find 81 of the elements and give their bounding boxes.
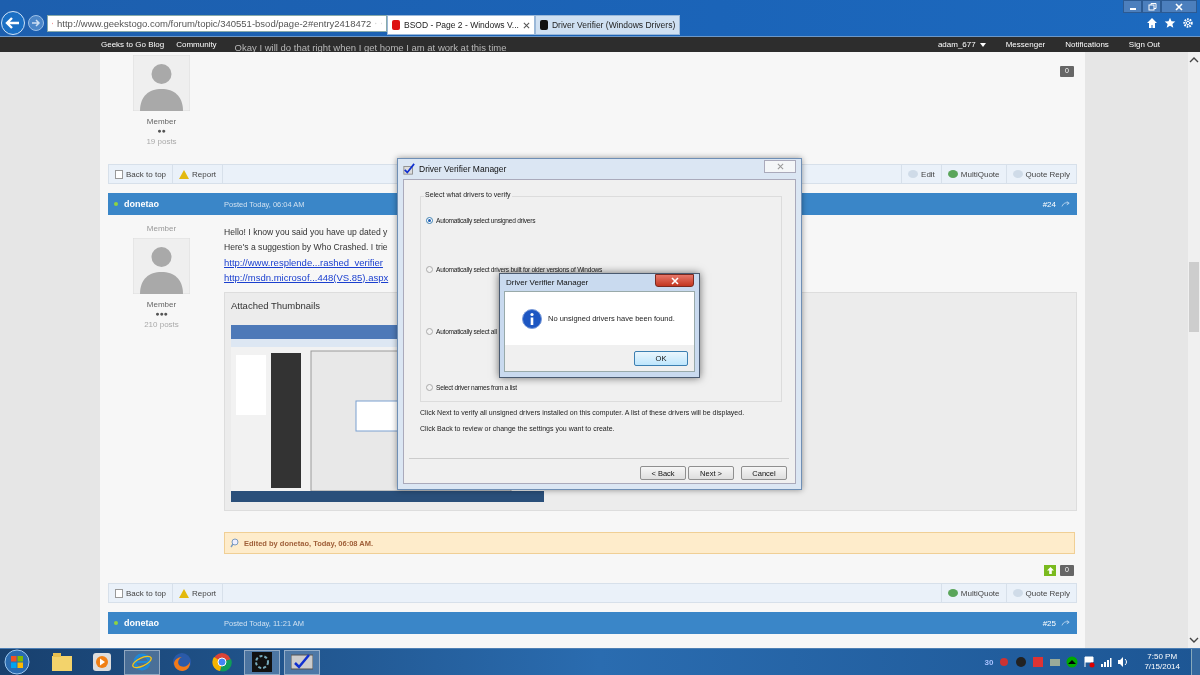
avatar-icon — [133, 55, 190, 111]
radio-button[interactable] — [426, 266, 433, 273]
fox-globe-icon — [172, 652, 192, 672]
chrome-ball-icon — [212, 652, 232, 672]
nav-link[interactable]: Messenger — [1005, 40, 1046, 49]
media-player-icon — [93, 653, 111, 671]
signal-icon[interactable] — [1100, 656, 1113, 668]
taskbar-app[interactable] — [284, 649, 320, 675]
taskbar-app[interactable] — [124, 649, 160, 675]
radio-button[interactable] — [426, 217, 433, 224]
restore-icon — [1146, 1, 1157, 12]
fan-icon — [252, 652, 272, 672]
close-button[interactable] — [655, 274, 694, 287]
tray-indicator[interactable]: 30 — [984, 657, 994, 667]
address-text: http://www.geekstogo.com/forum/topic/340551-bsod/page-2#entry2418472 — [57, 18, 372, 29]
scrollbar-thumb[interactable] — [1189, 262, 1199, 332]
browser-e-icon — [132, 652, 152, 672]
edit-link[interactable]: Edit — [901, 165, 941, 183]
minimize-button[interactable] — [1123, 0, 1142, 13]
scroll-down-icon[interactable] — [1189, 636, 1199, 644]
author-name[interactable]: donetao — [124, 199, 159, 209]
settings-icon[interactable] — [1182, 17, 1194, 29]
nav-link[interactable]: Notifications — [1065, 40, 1109, 49]
flag-icon[interactable] — [1083, 656, 1096, 668]
user-menu[interactable]: adam_677 — [937, 40, 986, 49]
checkmark-window-icon — [291, 653, 313, 671]
back-to-top-link[interactable]: Back to top — [109, 165, 174, 183]
dialog-title: Driver Verifier Manager — [419, 164, 507, 174]
star-icon[interactable] — [1164, 17, 1176, 29]
caret-icon — [979, 42, 986, 47]
close-button[interactable] — [1161, 0, 1197, 13]
minimize-icon — [1129, 7, 1136, 10]
folder-icon — [52, 653, 72, 671]
tray-icon[interactable] — [1049, 656, 1062, 668]
close-icon[interactable] — [522, 21, 530, 29]
restore-button[interactable] — [1142, 0, 1161, 13]
info-icon — [522, 308, 542, 329]
report-link[interactable]: Report — [173, 165, 224, 183]
close-icon — [670, 276, 679, 285]
clock[interactable]: 7:50 PM 7/15/2014 — [1144, 652, 1180, 672]
report-link[interactable]: Report — [173, 584, 224, 602]
member-title: Member — [146, 224, 177, 233]
back-icon[interactable] — [1, 11, 25, 35]
volume-icon[interactable] — [1117, 656, 1130, 668]
radio-button[interactable] — [426, 384, 433, 391]
post-number[interactable]: #24 — [1042, 199, 1056, 209]
forward-icon[interactable] — [28, 15, 44, 31]
multiquote-link[interactable]: MultiQuote — [940, 584, 1006, 602]
post-count: 19 posts — [146, 137, 177, 146]
close-icon — [1174, 1, 1184, 12]
dialog-title: Driver Verifier Manager — [506, 278, 589, 287]
browser-tab[interactable]: Driver Verifier (Windows Drivers) — [534, 15, 681, 35]
attachments-title: Attached Thumbnails — [231, 300, 322, 311]
scrollbar[interactable] — [1188, 52, 1200, 648]
multiquote-link[interactable]: MultiQuote — [940, 165, 1006, 183]
taskbar-app[interactable] — [244, 649, 280, 675]
checkmark-icon — [403, 163, 415, 175]
nav-link[interactable]: Geeks to Go Blog — [101, 40, 165, 49]
back-to-top-link[interactable]: Back to top — [109, 584, 174, 602]
home-icon[interactable] — [1146, 17, 1158, 29]
post-text: Hello! I know you said you have up dated y — [224, 226, 389, 239]
scroll-up-icon[interactable] — [1189, 56, 1199, 64]
post-link[interactable]: http://www.resplende...rashed_verifier — [224, 255, 383, 270]
tray-icon[interactable] — [1066, 656, 1079, 668]
quote-reply-link[interactable]: Quote Reply — [1005, 584, 1076, 602]
member-role: Member — [146, 300, 177, 309]
radio-button[interactable] — [426, 328, 433, 335]
magnifier-icon — [230, 538, 240, 548]
close-icon — [776, 163, 784, 170]
nav-link[interactable]: Community — [176, 40, 217, 49]
post-count: 210 posts — [144, 320, 179, 329]
member-role: Member — [146, 117, 177, 126]
nav-link[interactable]: Sign Out — [1128, 40, 1160, 49]
quote-reply-link[interactable]: Quote Reply — [1005, 165, 1076, 183]
post-text: Here's a suggestion by Who Crashed. I trie — [224, 241, 389, 254]
start-button[interactable] — [4, 649, 30, 675]
avatar-icon — [133, 238, 190, 294]
browser-tab[interactable]: BSOD - Page 2 - Windows V... — [387, 15, 535, 35]
post-link[interactable]: http://msdn.microsof...448(VS.85).aspx — [224, 270, 389, 285]
author-name[interactable]: donetao — [124, 618, 159, 628]
post-number[interactable]: #25 — [1042, 618, 1056, 628]
